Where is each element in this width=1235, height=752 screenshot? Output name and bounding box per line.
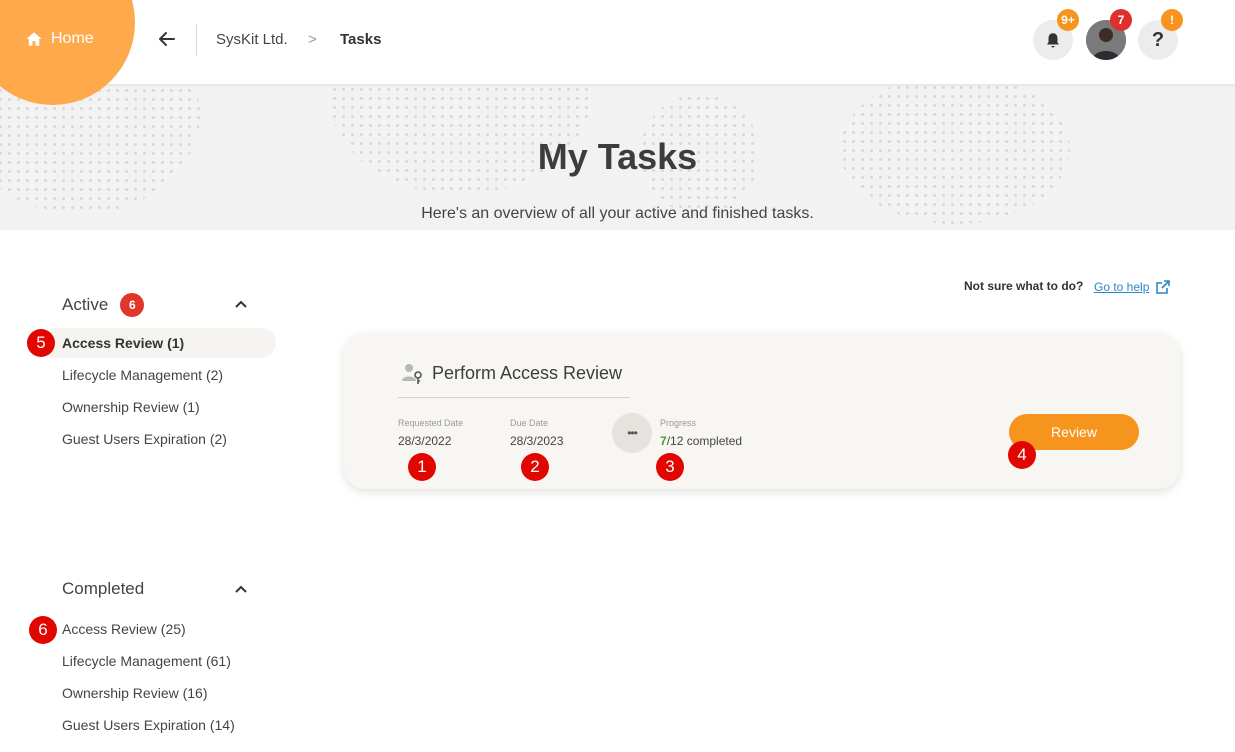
progress-total: /12 completed: [666, 434, 743, 448]
annotation-marker-2: 2: [521, 453, 549, 481]
hero-banner: My Tasks Here's an overview of all your …: [0, 84, 1235, 230]
bell-icon: [1047, 33, 1059, 48]
completed-section-title: Completed: [62, 579, 145, 598]
sidebar-item-active-access-review[interactable]: Access Review (1): [50, 328, 276, 358]
annotation-marker-6: 6: [29, 616, 57, 644]
question-mark-icon: ?: [1151, 28, 1165, 51]
home-link[interactable]: Home: [25, 30, 94, 48]
sidebar-item-completed-ownership[interactable]: Ownership Review (16): [50, 678, 276, 708]
progress-label: Progress: [660, 418, 697, 428]
requested-date-label: Requested Date: [398, 418, 464, 428]
due-date-label: Due Date: [510, 418, 549, 428]
page-subtitle: Here's an overview of all your active an…: [421, 205, 814, 222]
progress-dots-icon: •••: [612, 413, 652, 453]
progress-completed-count: 7: [660, 434, 667, 448]
due-date-value: 28/3/2023: [510, 434, 564, 448]
header-divider: [196, 24, 197, 56]
breadcrumb-tasks: Tasks: [340, 31, 382, 48]
home-icon: [26, 32, 42, 46]
sidebar-item-active-ownership[interactable]: Ownership Review (1): [50, 392, 276, 422]
progress-dots-glyph: •••: [627, 426, 638, 440]
progress-value: 7/12 completed: [660, 434, 742, 448]
go-to-help-label: Go to help: [1094, 280, 1150, 294]
completed-section-header[interactable]: Completed: [62, 579, 144, 599]
sidebar-item-completed-lifecycle[interactable]: Lifecycle Management (61): [50, 646, 276, 676]
chevron-up-icon[interactable]: [234, 582, 248, 596]
chevron-up-icon[interactable]: [234, 297, 248, 311]
help-question: Not sure what to do?: [964, 279, 1084, 293]
back-arrow-icon[interactable]: [155, 27, 179, 51]
breadcrumb-syskit[interactable]: SysKit Ltd.: [216, 31, 288, 48]
sidebar-item-active-guest-users[interactable]: Guest Users Expiration (2): [50, 424, 276, 454]
top-bar: Home SysKit Ltd. > Tasks ? 9+ 7 !: [0, 0, 1235, 105]
active-section-header[interactable]: Active 6: [62, 293, 145, 317]
sidebar-item-completed-guest-users[interactable]: Guest Users Expiration (14): [50, 710, 276, 740]
task-card: Perform Access Review Requested Date 28/…: [344, 333, 1180, 489]
notifications-count-badge: 9+: [1057, 9, 1079, 31]
annotation-marker-4: 4: [1008, 441, 1036, 469]
user-key-icon: [402, 364, 422, 384]
breadcrumb-separator: >: [308, 31, 317, 48]
sidebar-item-active-lifecycle[interactable]: Lifecycle Management (2): [50, 360, 276, 390]
annotation-marker-1: 1: [408, 453, 436, 481]
go-to-help-link[interactable]: Go to help: [1094, 279, 1171, 295]
avatar-count-badge: 7: [1110, 9, 1132, 31]
external-link-icon: [1156, 280, 1171, 294]
help-alert-badge: !: [1161, 9, 1183, 31]
annotation-marker-3: 3: [656, 453, 684, 481]
home-label: Home: [51, 30, 94, 47]
task-title: Perform Access Review: [432, 362, 623, 383]
active-count-badge: 6: [120, 293, 145, 317]
annotation-marker-5: 5: [27, 329, 55, 357]
task-title-row: Perform Access Review: [400, 361, 622, 385]
requested-date-value: 28/3/2022: [398, 434, 452, 448]
title-divider: [398, 397, 630, 398]
page-title: My Tasks: [537, 136, 698, 177]
active-section-title: Active: [62, 295, 109, 314]
sidebar-item-completed-access-review[interactable]: Access Review (25): [50, 614, 276, 644]
